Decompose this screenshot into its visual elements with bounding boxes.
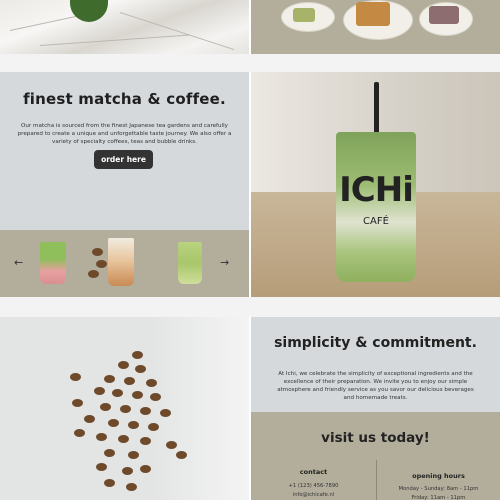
matcha-title: finest matcha & coffee.: [23, 90, 226, 108]
simplicity-text-panel: simplicity & commitment. At Ichi, we cel…: [251, 317, 500, 412]
matcha-leaf: [70, 0, 108, 22]
contact-heading: contact: [299, 468, 328, 476]
matcha-latte-drink: [178, 242, 202, 284]
section-spacer: [0, 297, 500, 317]
iced-matcha-photo: ICHi CAFÉ: [251, 72, 500, 297]
simplicity-description: At Ichi, we celebrate the simplicity of …: [277, 371, 474, 401]
drinks-carousel: ← →: [0, 230, 249, 297]
iced-coffee-drink: [108, 238, 134, 286]
opening-hours-heading: opening hours: [412, 472, 465, 480]
hours-line-1: Monday - Sunday: 8am - 11pm: [398, 486, 479, 492]
marble-photo: [0, 0, 249, 54]
cakes-photo: [251, 0, 500, 54]
carousel-next-arrow-icon[interactable]: →: [220, 256, 229, 269]
strawberry-matcha-drink: [40, 242, 66, 284]
section-spacer: [0, 54, 500, 72]
visit-panel: visit us today! contact +1 (123) 456-789…: [251, 412, 500, 501]
cup-logo: ICHi: [339, 170, 414, 210]
top-image-strip: [0, 0, 500, 54]
contact-email[interactable]: info@ichicafe.nl: [251, 491, 376, 500]
visit-title: visit us today!: [321, 430, 430, 446]
cup: ICHi CAFÉ: [336, 132, 416, 282]
cup-sub: CAFÉ: [363, 216, 389, 227]
coffee-beans-photo: [0, 317, 249, 500]
order-here-button[interactable]: order here: [94, 150, 153, 169]
contact-phone[interactable]: +1 (123) 456-7890: [251, 482, 376, 491]
simplicity-title: simplicity & commitment.: [274, 335, 477, 351]
carousel-prev-arrow-icon[interactable]: ←: [14, 256, 23, 269]
matcha-description: Our matcha is sourced from the finest Ja…: [17, 123, 232, 145]
hours-line-2: Friday: 11am - 11pm: [411, 495, 466, 501]
